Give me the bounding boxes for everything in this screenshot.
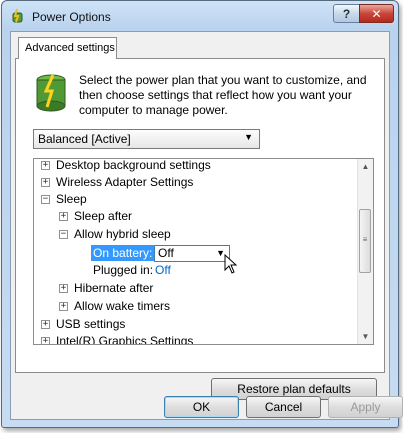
scroll-up-arrow-icon[interactable]: ▲ bbox=[358, 159, 373, 174]
collapse-icon[interactable]: − bbox=[59, 230, 68, 239]
tree-item-label: Intel(R) Graphics Settings bbox=[56, 334, 194, 345]
collapse-icon[interactable]: − bbox=[41, 195, 50, 204]
tree-item-allow-wake-timers[interactable]: + Allow wake timers bbox=[34, 298, 354, 315]
battery-icon bbox=[36, 74, 66, 112]
tree-item-label: Sleep bbox=[56, 192, 87, 206]
help-button[interactable]: ? bbox=[333, 4, 360, 23]
tree-item-sleep[interactable]: − Sleep bbox=[34, 191, 354, 208]
tab-advanced-settings[interactable]: Advanced settings bbox=[18, 37, 117, 59]
expand-icon[interactable]: + bbox=[59, 212, 68, 221]
tree-item-plugged-in[interactable]: Plugged in: Off bbox=[34, 262, 354, 279]
close-button[interactable]: ✕ bbox=[359, 4, 394, 23]
mouse-pointer-icon bbox=[224, 254, 238, 274]
expand-icon[interactable]: + bbox=[41, 178, 50, 187]
tree-item-label: USB settings bbox=[56, 317, 126, 331]
tree-item-label: Allow hybrid sleep bbox=[74, 227, 171, 241]
chevron-down-icon: ▼ bbox=[244, 132, 253, 142]
cancel-button[interactable]: Cancel bbox=[246, 396, 321, 418]
power-options-icon bbox=[12, 8, 23, 23]
apply-button[interactable]: Apply bbox=[328, 396, 403, 418]
intro-text: Select the power plan that you want to c… bbox=[79, 73, 367, 117]
tree-item-label: Desktop background settings bbox=[56, 158, 211, 172]
on-battery-label[interactable]: On battery: bbox=[91, 245, 155, 261]
settings-tree[interactable]: + Desktop background settings + Wireless… bbox=[33, 158, 374, 345]
tree-item-usb-settings[interactable]: + USB settings bbox=[34, 316, 354, 333]
tab-page: Select the power plan that you want to c… bbox=[15, 58, 385, 400]
tree-item-label: Hibernate after bbox=[74, 281, 154, 295]
expand-icon[interactable]: + bbox=[41, 320, 50, 329]
scroll-down-arrow-icon[interactable]: ▼ bbox=[358, 329, 373, 344]
expand-icon[interactable]: + bbox=[41, 161, 50, 170]
expand-icon[interactable]: + bbox=[41, 337, 50, 344]
tree-item-wireless-adapter[interactable]: + Wireless Adapter Settings bbox=[34, 174, 354, 191]
dialog-client: Advanced settings Select the power plan … bbox=[10, 31, 403, 420]
tree-item-label: Wireless Adapter Settings bbox=[56, 175, 194, 189]
on-battery-select[interactable]: Off ▼ bbox=[154, 245, 230, 262]
ok-button[interactable]: OK bbox=[164, 396, 239, 418]
scroll-thumb[interactable]: ≡ bbox=[359, 209, 371, 273]
power-plan-value: Balanced [Active] bbox=[38, 132, 131, 146]
tree-item-hibernate-after[interactable]: + Hibernate after bbox=[34, 280, 354, 297]
power-options-window: Power Options ? ✕ Advanced settings Sele… bbox=[1, 0, 403, 428]
window-title: Power Options bbox=[32, 10, 111, 24]
power-plan-select[interactable]: Balanced [Active] ▼ bbox=[33, 129, 260, 149]
tree-item-label: Sleep after bbox=[74, 209, 133, 223]
title-bar: Power Options ? ✕ bbox=[2, 1, 398, 31]
tree-item-desktop-background[interactable]: + Desktop background settings bbox=[34, 158, 354, 174]
plugged-in-value[interactable]: Off bbox=[155, 262, 171, 279]
expand-icon[interactable]: + bbox=[59, 302, 68, 311]
tree-item-label: Allow wake timers bbox=[74, 299, 171, 313]
plugged-in-label: Plugged in: bbox=[93, 263, 154, 277]
tree-item-sleep-after[interactable]: + Sleep after bbox=[34, 208, 354, 225]
tree-scrollbar[interactable]: ▲ ≡ ▼ bbox=[357, 159, 373, 344]
tree-item-intel-graphics[interactable]: + Intel(R) Graphics Settings bbox=[34, 333, 354, 345]
expand-icon[interactable]: + bbox=[59, 284, 68, 293]
on-battery-value: Off bbox=[158, 246, 174, 260]
tree-item-allow-hybrid-sleep[interactable]: − Allow hybrid sleep bbox=[34, 226, 354, 243]
